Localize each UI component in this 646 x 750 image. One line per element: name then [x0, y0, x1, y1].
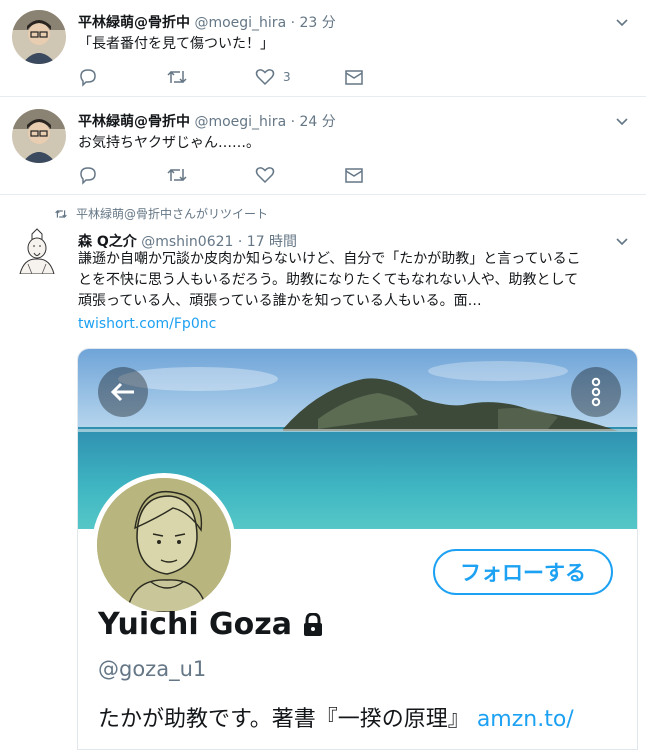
avatar[interactable] — [14, 228, 60, 274]
author-name[interactable]: 平林緑萌@骨折中 — [78, 114, 190, 130]
dm-button[interactable] — [344, 164, 364, 186]
tweet-actions: 3 — [78, 66, 378, 88]
retweet-icon — [167, 70, 187, 84]
retweet-button[interactable] — [166, 66, 188, 88]
heart-icon — [255, 167, 275, 184]
retweet-icon — [167, 168, 187, 182]
like-button[interactable] — [255, 164, 283, 186]
arrow-left-icon — [110, 382, 134, 402]
follow-button[interactable]: フォローする — [433, 549, 613, 595]
retweet-icon — [55, 209, 67, 218]
chevron-down-icon[interactable] — [614, 113, 630, 129]
heart-icon — [255, 69, 275, 86]
tweet-text: 謙遜か自嘲か冗談か皮肉か知らないけど、自分で「たかが助教」と言っているこ とを不… — [78, 249, 638, 335]
profile-name: Yuichi Goza — [98, 607, 324, 642]
profile-bio-link[interactable]: amzn.to/ — [477, 707, 574, 732]
separator: · — [290, 15, 296, 31]
profile-bio: たかが助教です。著書『一揆の原理』 amzn.to/ — [98, 701, 574, 733]
tweet-link[interactable]: twishort.com/Fp0nc — [78, 314, 638, 335]
tweet-text-line: 謙遜か自嘲か冗談か皮肉か知らないけど、自分で「たかが助教」と言っているこ — [78, 251, 581, 267]
profile-card-image[interactable]: フォローする Yuichi Goza @goza_u1 たかが助教です。著書『一… — [77, 348, 638, 750]
tweet-text-line: 頑張っている人、頑張っている誰かを知っている人もいる。面… — [78, 293, 482, 309]
tweet-text: 「長者番付を見て傷ついた！」 — [78, 36, 274, 52]
more-button[interactable] — [571, 367, 621, 417]
envelope-icon — [345, 70, 363, 85]
timestamp[interactable]: 24 分 — [300, 114, 336, 130]
tweet-header: 森 Q之介 @mshin0621 · 17 時間 — [78, 231, 297, 251]
author-name[interactable]: 森 Q之介 — [78, 234, 137, 250]
tweet-text-line: とを不快に思う人もいるだろう。助教になりたくてもなれない人や、助教として — [78, 272, 579, 288]
profile-name-text: Yuichi Goza — [98, 607, 292, 642]
timestamp[interactable]: 23 分 — [300, 15, 336, 31]
separator: · — [290, 114, 296, 130]
avatar[interactable] — [12, 109, 66, 163]
avatar[interactable] — [12, 10, 66, 64]
reply-icon — [80, 69, 96, 87]
like-button[interactable]: 3 — [255, 66, 291, 88]
author-name[interactable]: 平林緑萌@骨折中 — [78, 15, 190, 31]
reply-icon — [80, 167, 96, 185]
reply-button[interactable] — [78, 164, 98, 186]
profile-handle: @goza_u1 — [98, 657, 207, 681]
tweet-header: 平林緑萌@骨折中 @moegi_hira · 23 分 — [78, 12, 336, 32]
tweet-text: お気持ちヤクザじゃん……。 — [78, 135, 260, 151]
lock-icon — [304, 612, 322, 636]
chevron-down-icon[interactable] — [614, 233, 630, 249]
retweet-button[interactable] — [166, 164, 188, 186]
tweet-1[interactable]: 平林緑萌@骨折中 @moegi_hira · 23 分 「長者番付を見て傷ついた… — [0, 0, 646, 97]
separator: · — [237, 234, 243, 250]
chevron-down-icon[interactable] — [614, 14, 630, 30]
tweet-2[interactable]: 平林緑萌@骨折中 @moegi_hira · 24 分 お気持ちヤクザじゃん……… — [0, 97, 646, 195]
retweet-context-label: 平林緑萌@骨折中さんがリツイート — [76, 207, 269, 221]
profile-avatar[interactable] — [92, 473, 236, 617]
more-vertical-icon — [591, 377, 601, 407]
like-count: 3 — [283, 70, 291, 84]
profile-bio-text: たかが助教です。著書『一揆の原理』 — [98, 707, 470, 732]
back-button[interactable] — [98, 367, 148, 417]
retweet-context[interactable]: 平林緑萌@骨折中さんがリツイート — [54, 205, 268, 222]
dm-button[interactable] — [344, 66, 364, 88]
envelope-icon — [345, 168, 363, 183]
author-handle[interactable]: @moegi_hira — [194, 15, 286, 31]
reply-button[interactable] — [78, 66, 98, 88]
timestamp[interactable]: 17 時間 — [247, 234, 297, 250]
tweet-actions — [78, 164, 378, 186]
author-handle[interactable]: @mshin0621 — [141, 234, 233, 250]
author-handle[interactable]: @moegi_hira — [194, 114, 286, 130]
tweet-header: 平林緑萌@骨折中 @moegi_hira · 24 分 — [78, 111, 336, 131]
